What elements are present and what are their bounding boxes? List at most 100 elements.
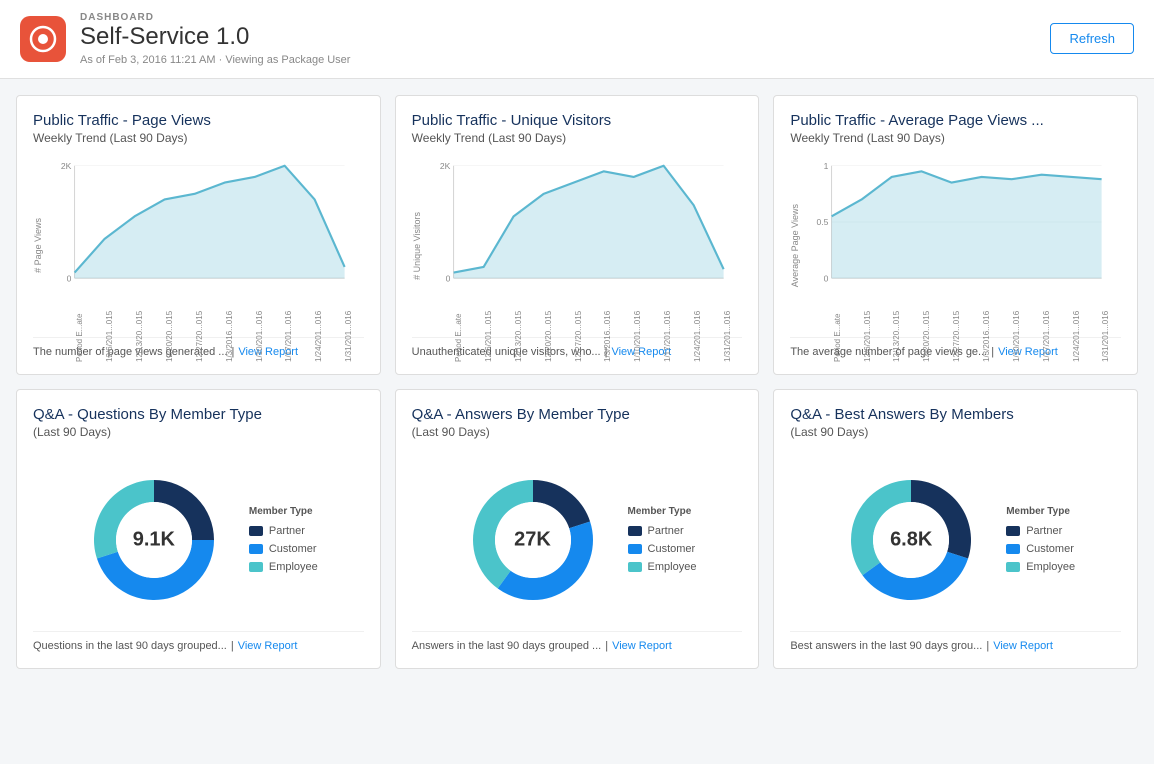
x-label: 12/20/20...015 bbox=[922, 310, 931, 362]
app-logo bbox=[20, 16, 66, 62]
legend-item: Customer bbox=[1006, 543, 1075, 555]
legend-label: Partner bbox=[648, 525, 684, 537]
view-report-link[interactable]: View Report bbox=[993, 640, 1053, 652]
chart-area: Average Page Views 1 0.5 0 Period E...at… bbox=[790, 155, 1121, 337]
legend-label: Customer bbox=[1026, 543, 1074, 555]
card-title: Q&A - Questions By Member Type bbox=[33, 406, 364, 423]
x-label: 1/10/201...016 bbox=[1012, 310, 1021, 362]
page-title: Self-Service 1.0 bbox=[80, 23, 350, 52]
legend-swatch bbox=[1006, 562, 1020, 572]
x-label: 1/17/201...016 bbox=[1042, 310, 1051, 362]
chart-area: # Unique Visitors 2K 0 Period E...ate12/… bbox=[412, 155, 743, 337]
legend-item: Partner bbox=[249, 525, 318, 537]
y-axis-label: # Unique Visitors bbox=[412, 212, 422, 280]
card-footer: Best answers in the last 90 days grou...… bbox=[790, 631, 1121, 652]
x-label: 12/27/20...015 bbox=[952, 310, 961, 362]
donut-chart: 6.8K bbox=[836, 465, 986, 615]
view-report-link[interactable]: View Report bbox=[238, 640, 298, 652]
x-label: 12/27/20...015 bbox=[195, 310, 204, 362]
legend-item: Employee bbox=[249, 561, 318, 573]
card-subtitle: Weekly Trend (Last 90 Days) bbox=[412, 131, 743, 145]
donut-center-value: 6.8K bbox=[890, 528, 932, 551]
svg-text:0: 0 bbox=[445, 273, 450, 283]
card-title: Public Traffic - Unique Visitors bbox=[412, 112, 743, 129]
x-label: 1/24/201...016 bbox=[693, 310, 702, 362]
x-label: Period E...ate bbox=[454, 310, 463, 362]
svg-text:2K: 2K bbox=[61, 161, 72, 171]
footer-separator: | bbox=[231, 640, 234, 652]
view-report-link[interactable]: View Report bbox=[612, 640, 672, 652]
header-left: DASHBOARD Self-Service 1.0 As of Feb 3, … bbox=[20, 12, 350, 66]
x-label: 1/31/201...016 bbox=[1101, 310, 1110, 362]
donut-chart: 27K bbox=[458, 465, 608, 615]
donut-center-value: 27K bbox=[514, 528, 551, 551]
card-best-answers: Q&A - Best Answers By Members (Last 90 Da… bbox=[773, 389, 1138, 669]
x-label: Period E...ate bbox=[833, 310, 842, 362]
legend-swatch bbox=[1006, 526, 1020, 536]
x-label: 12/13/20...015 bbox=[514, 310, 523, 362]
legend-swatch bbox=[249, 526, 263, 536]
page-subtitle: As of Feb 3, 2016 11:21 AM · Viewing as … bbox=[80, 54, 350, 66]
legend-swatch bbox=[249, 544, 263, 554]
card-footer: Answers in the last 90 days grouped ... … bbox=[412, 631, 743, 652]
legend-item: Customer bbox=[628, 543, 697, 555]
chart-legend: Member Type Partner Customer Employee bbox=[628, 506, 697, 573]
dashboard-label: DASHBOARD bbox=[80, 12, 350, 23]
card-subtitle: (Last 90 Days) bbox=[790, 425, 1121, 439]
x-label: 1/31/201...016 bbox=[723, 310, 732, 362]
card-subtitle: (Last 90 Days) bbox=[412, 425, 743, 439]
legend-item: Partner bbox=[628, 525, 697, 537]
card-subtitle: Weekly Trend (Last 90 Days) bbox=[790, 131, 1121, 145]
x-label: 1/10/201...016 bbox=[255, 310, 264, 362]
legend-swatch bbox=[628, 544, 642, 554]
donut-chart: 9.1K bbox=[79, 465, 229, 615]
svg-text:0: 0 bbox=[824, 273, 829, 283]
svg-text:1: 1 bbox=[824, 161, 829, 171]
legend-label: Partner bbox=[269, 525, 305, 537]
legend-label: Employee bbox=[269, 561, 318, 573]
y-axis-label: # Page Views bbox=[33, 218, 43, 273]
card-answers: Q&A - Answers By Member Type (Last 90 Day… bbox=[395, 389, 760, 669]
chart-area: # Page Views 2K 0 Period E...ate12/6/201… bbox=[33, 155, 364, 337]
refresh-button[interactable]: Refresh bbox=[1050, 23, 1134, 54]
x-axis-labels: Period E...ate12/6/201...01512/13/20...0… bbox=[804, 310, 1121, 362]
legend-title: Member Type bbox=[628, 506, 697, 517]
legend-swatch bbox=[628, 526, 642, 536]
x-label: 1/3/2016...016 bbox=[225, 310, 234, 362]
x-label: 12/13/20...015 bbox=[135, 310, 144, 362]
card-questions: Q&A - Questions By Member Type(Last 90 D… bbox=[16, 389, 381, 669]
x-label: Period E...ate bbox=[75, 310, 84, 362]
legend-label: Employee bbox=[648, 561, 697, 573]
chart-legend: Member TypePartnerCustomerEmployee bbox=[1006, 506, 1075, 573]
donut-section: 27K Member Type Partner Customer Employee bbox=[412, 449, 743, 631]
legend-label: Customer bbox=[269, 543, 317, 555]
x-label: 1/3/2016...016 bbox=[603, 310, 612, 362]
title-block: DASHBOARD Self-Service 1.0 As of Feb 3, … bbox=[80, 12, 350, 66]
legend-label: Employee bbox=[1026, 561, 1075, 573]
donut-section: 6.8KMember TypePartnerCustomerEmployee bbox=[790, 449, 1121, 631]
x-axis-labels: Period E...ate 12/6/201...015 12/13/20...0… bbox=[47, 310, 364, 362]
card-title: Q&A - Answers By Member Type bbox=[412, 406, 743, 423]
legend-item: Employee bbox=[1006, 561, 1075, 573]
x-label: 1/17/201...016 bbox=[663, 310, 672, 362]
x-label: 1/31/201...016 bbox=[344, 310, 353, 362]
x-label: 12/13/20...015 bbox=[892, 310, 901, 362]
legend-swatch bbox=[1006, 544, 1020, 554]
footer-text: Best answers in the last 90 days grou... bbox=[790, 640, 982, 652]
x-label: 1/17/201...016 bbox=[284, 310, 293, 362]
dashboard-grid: Public Traffic - Page Views Weekly Trend … bbox=[0, 79, 1154, 685]
card-title: Q&A - Best Answers By Members bbox=[790, 406, 1121, 423]
x-label: 1/10/201...016 bbox=[633, 310, 642, 362]
svg-text:0: 0 bbox=[67, 273, 72, 283]
card-title: Public Traffic - Page Views bbox=[33, 112, 364, 129]
x-label: 1/24/201...016 bbox=[1072, 310, 1081, 362]
footer-text: Answers in the last 90 days grouped ... bbox=[412, 640, 602, 652]
legend-item: Partner bbox=[1006, 525, 1075, 537]
legend-swatch bbox=[628, 562, 642, 572]
card-title: Public Traffic - Average Page Views ... bbox=[790, 112, 1121, 129]
legend-label: Partner bbox=[1026, 525, 1062, 537]
x-label: 12/6/201...015 bbox=[105, 310, 114, 362]
card-subtitle: Weekly Trend (Last 90 Days) bbox=[33, 131, 364, 145]
footer-text: Questions in the last 90 days grouped... bbox=[33, 640, 227, 652]
svg-text:2K: 2K bbox=[440, 161, 451, 171]
